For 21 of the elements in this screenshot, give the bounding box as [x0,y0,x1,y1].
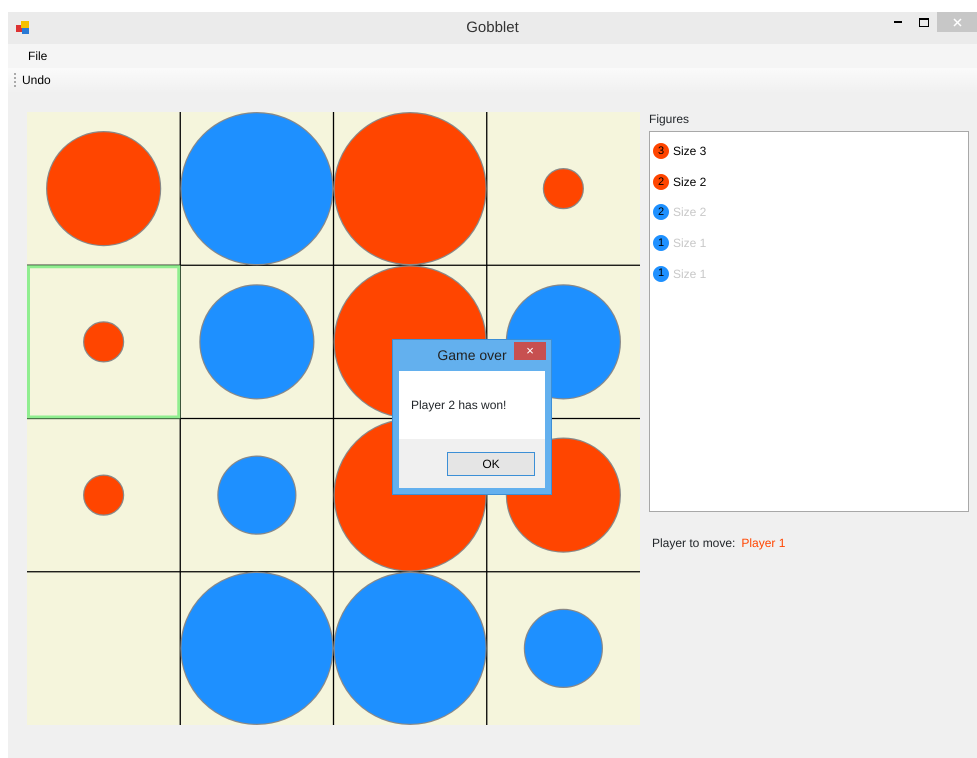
piece-badge: 1 [653,235,669,252]
figure-item[interactable]: Size 3 [673,142,706,160]
minimize-icon [894,20,902,24]
app-icon [16,21,30,35]
menu-item[interactable]: File [22,47,54,65]
toolbar-button[interactable]: Undo [22,71,57,89]
piece-badge: 2 [653,204,669,220]
ok-button[interactable]: OK [447,452,535,476]
close-button[interactable]: × [514,342,546,360]
figures-label: Figures [649,111,690,128]
piece-badge: 1 [653,266,669,282]
current-player: Player 1 [741,535,786,552]
piece-badge: 2 [653,174,669,190]
player-to-move-label: Player to move: [652,535,736,552]
close-icon [952,18,962,26]
dialog-message: Player 2 has won! [411,397,506,414]
figure-item[interactable]: Size 2 [673,172,706,191]
window-title: Gobblet [466,18,519,38]
piece-badge: 3 [653,143,669,160]
maximize-icon [919,18,929,26]
dialog-title: Game over [437,346,507,365]
